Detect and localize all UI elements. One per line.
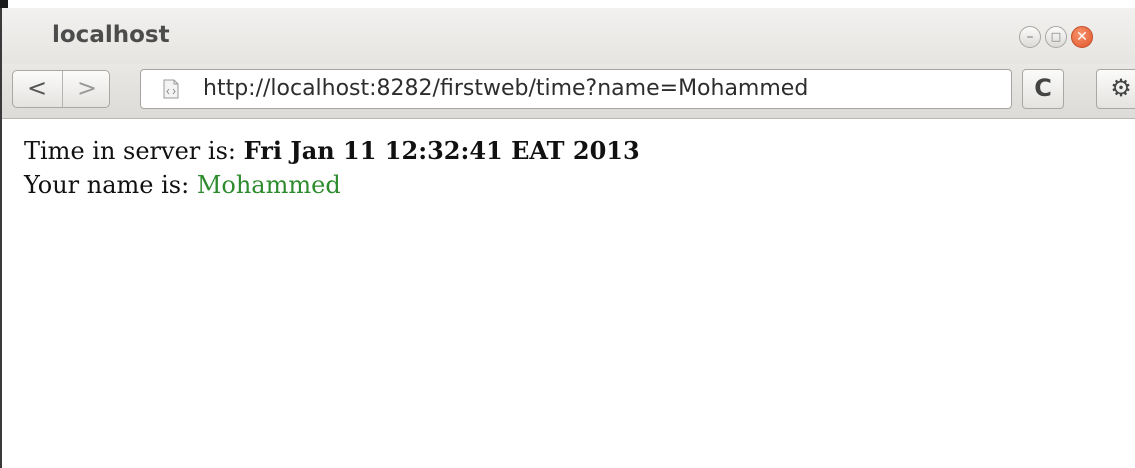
reload-icon: C [1034,74,1052,102]
reload-button[interactable]: C [1022,69,1064,109]
server-time-value: Fri Jan 11 12:32:41 EAT 2013 [243,136,640,165]
browser-window: localhost – □ ✕ < > http://localhost:828… [0,0,1135,468]
page-content: Time in server is: Fri Jan 11 12:32:41 E… [2,119,1135,468]
server-time-line: Time in server is: Fri Jan 11 12:32:41 E… [24,136,640,165]
window-title: localhost [52,22,170,48]
forward-button[interactable]: > [62,71,111,107]
close-button[interactable]: ✕ [1071,26,1093,48]
address-bar[interactable]: http://localhost:8282/firstweb/time?name… [140,69,1012,109]
settings-icon: ⚙ [1110,74,1132,102]
name-label: Your name is: [24,171,197,199]
page-icon [163,79,179,99]
server-time-label: Time in server is: [24,137,244,165]
name-value: Mohammed [196,171,341,199]
title-bar: localhost – □ ✕ [2,8,1135,64]
browser-toolbar: < > http://localhost:8282/firstweb/time?… [2,64,1135,119]
back-button[interactable]: < [13,71,61,107]
settings-button[interactable]: ⚙ [1096,69,1135,109]
name-line: Your name is: Mohammed [24,171,341,199]
minimize-button[interactable]: – [1019,26,1041,48]
maximize-button[interactable]: □ [1045,26,1067,48]
navigation-buttons: < > [12,70,110,108]
url-text[interactable]: http://localhost:8282/firstweb/time?name… [203,76,808,101]
